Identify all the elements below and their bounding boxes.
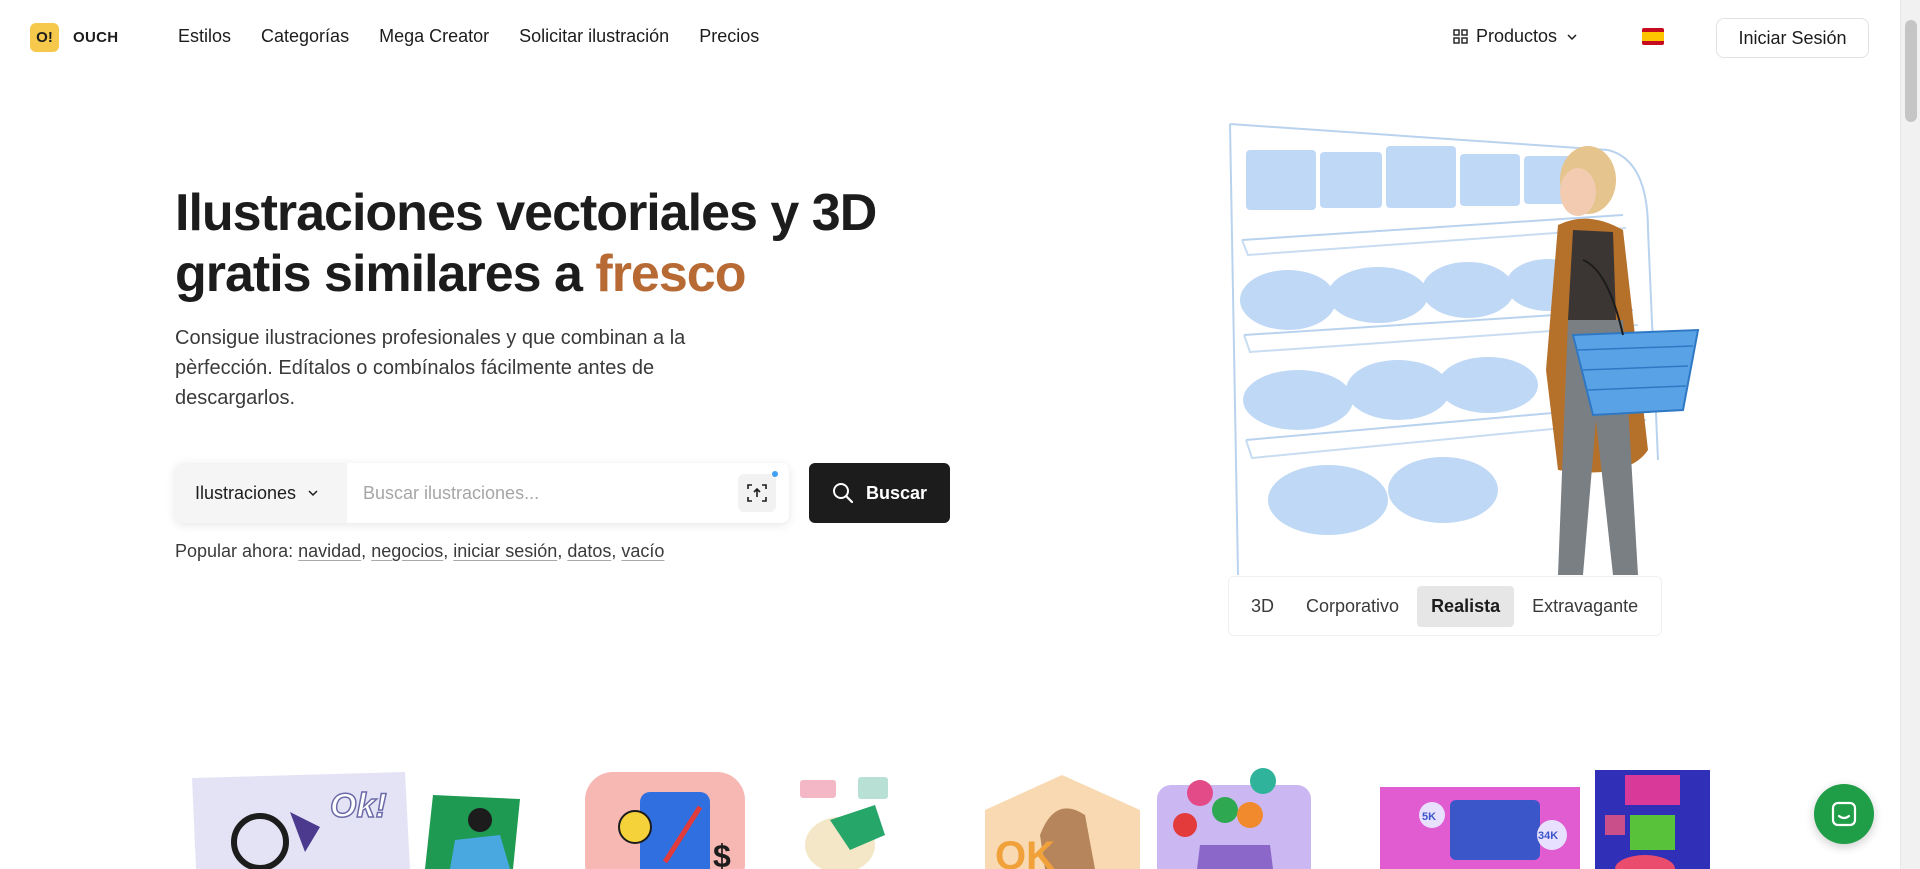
tab-corporativo[interactable]: Corporativo (1292, 586, 1413, 627)
chevron-down-icon (1567, 33, 1577, 40)
svg-text:$: $ (713, 838, 731, 869)
illustration-thumbnails: Ok! $ OK 5K 34K (0, 760, 1900, 869)
chat-widget-button[interactable] (1814, 784, 1874, 844)
scrollbar[interactable] (1900, 0, 1920, 869)
svg-text:OK: OK (995, 834, 1055, 869)
3d-hand-illustration[interactable]: OK (985, 775, 1140, 869)
spain-flag-icon[interactable] (1642, 28, 1664, 45)
ok-search-illustration[interactable]: Ok! (190, 772, 410, 869)
chevron-down-icon (308, 490, 318, 497)
search-type-dropdown[interactable]: Ilustraciones (175, 463, 347, 523)
popular-searches: Popular ahora: navidad, negocios, inicia… (175, 541, 665, 561)
finance-phone-illustration[interactable]: $ (585, 772, 745, 869)
products-label: Productos (1476, 26, 1558, 46)
search-type-label: Ilustraciones (195, 482, 297, 503)
main-nav: Estilos Categorías Mega Creator Solicita… (178, 26, 759, 47)
popular-tag-iniciar-sesion[interactable]: iniciar sesión (453, 541, 557, 561)
scrollbar-thumb[interactable] (1905, 20, 1917, 122)
tab-extravagante[interactable]: Extravagante (1518, 586, 1652, 627)
popular-tag-negocios[interactable]: negocios (371, 541, 443, 561)
collaboration-illustration[interactable] (780, 775, 910, 869)
chat-icon (1831, 801, 1857, 827)
logo[interactable]: O! OUCH (30, 23, 118, 52)
nav-estilos[interactable]: Estilos (178, 26, 231, 47)
3d-blocks-illustration[interactable] (1595, 770, 1710, 869)
image-upload-icon (747, 484, 767, 502)
search-icon (832, 483, 854, 504)
nav-precios[interactable]: Precios (699, 26, 759, 47)
grid-icon (1453, 29, 1468, 44)
title-main: Ilustraciones vectoriales y 3D gratis si… (175, 184, 877, 303)
site-header: O! OUCH Estilos Categorías Mega Creator … (0, 0, 1900, 76)
search-button[interactable]: Buscar (809, 463, 950, 523)
balloons-gift-box[interactable] (1155, 765, 1313, 869)
popular-tag-navidad[interactable]: navidad (298, 541, 361, 561)
login-button[interactable]: Iniciar Sesión (1716, 18, 1869, 58)
popular-tag-vacio[interactable]: vacío (621, 541, 664, 561)
logo-mark: O! (30, 23, 59, 52)
search-bar: Ilustraciones (175, 463, 789, 523)
social-stats-illustration[interactable]: 5K 34K (1380, 775, 1580, 869)
person-on-green-card[interactable] (425, 795, 520, 869)
hero-illustration (1229, 123, 1700, 575)
tab-realista[interactable]: Realista (1417, 585, 1515, 627)
title-accent: fresco (595, 245, 746, 303)
popular-label: Popular ahora: (175, 541, 294, 561)
nav-solicitar-ilustracion[interactable]: Solicitar ilustración (519, 26, 669, 47)
products-menu[interactable]: Productos (1453, 26, 1579, 47)
page-title: Ilustraciones vectoriales y 3D gratis si… (175, 183, 995, 305)
tab-3d[interactable]: 3D (1237, 586, 1288, 627)
image-search-button[interactable] (738, 471, 778, 512)
search-input[interactable] (347, 463, 738, 523)
nav-categorias[interactable]: Categorías (261, 26, 349, 47)
svg-text:5K: 5K (1422, 811, 1436, 823)
search-button-label: Buscar (865, 482, 928, 503)
hero-subtitle: Consigue ilustraciones profesionales y q… (175, 327, 686, 409)
svg-text:Ok!: Ok! (330, 787, 387, 825)
logo-text: OUCH (73, 29, 119, 46)
new-indicator-dot (772, 471, 778, 477)
popular-tag-datos[interactable]: datos (567, 541, 611, 561)
nav-mega-creator[interactable]: Mega Creator (379, 26, 489, 47)
svg-text:34K: 34K (1538, 830, 1558, 842)
style-tabs: 3D Corporativo Realista Extravagante (1228, 576, 1662, 636)
